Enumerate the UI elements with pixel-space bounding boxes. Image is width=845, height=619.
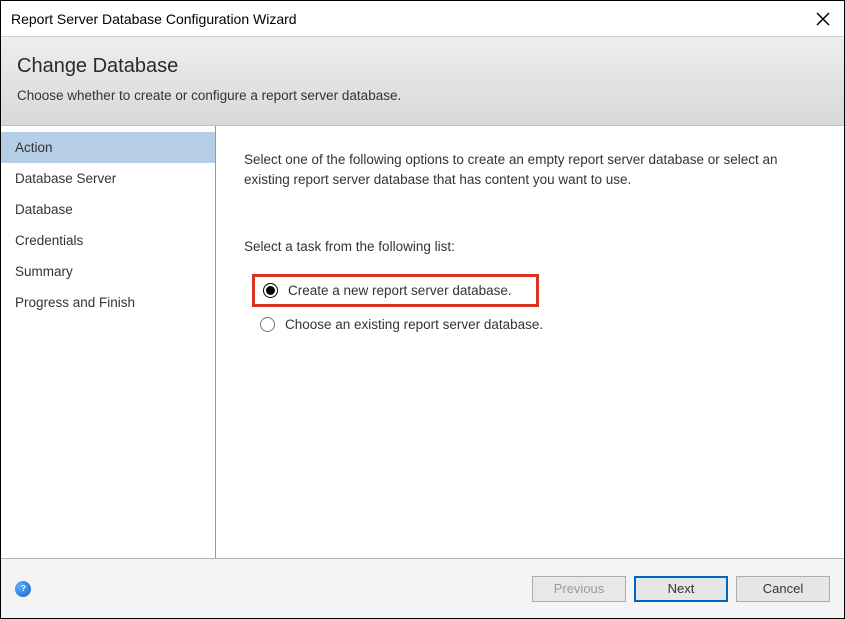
close-icon [816, 12, 830, 26]
radio-choose-existing[interactable]: Choose an existing report server databas… [252, 311, 816, 338]
sidebar-item-progress-finish[interactable]: Progress and Finish [1, 287, 215, 318]
close-button[interactable] [810, 6, 836, 32]
intro-text: Select one of the following options to c… [244, 150, 816, 191]
titlebar: Report Server Database Configuration Wiz… [1, 1, 844, 37]
sidebar-item-action[interactable]: Action [1, 132, 215, 163]
header-subtitle: Choose whether to create or configure a … [17, 88, 828, 103]
wizard-footer: ? Previous Next Cancel [1, 558, 844, 618]
radio-choose-existing-input[interactable] [260, 317, 275, 332]
wizard-steps-sidebar: Action Database Server Database Credenti… [1, 126, 216, 558]
sidebar-item-credentials[interactable]: Credentials [1, 225, 215, 256]
content-pane: Select one of the following options to c… [216, 126, 844, 558]
task-radio-group: Create a new report server database. Cho… [244, 274, 816, 338]
sidebar-item-label: Progress and Finish [15, 295, 135, 310]
footer-left: ? [15, 581, 31, 597]
sidebar-item-label: Credentials [15, 233, 83, 248]
main-body: Action Database Server Database Credenti… [1, 126, 844, 558]
sidebar-item-label: Database [15, 202, 73, 217]
footer-buttons: Previous Next Cancel [532, 576, 830, 602]
sidebar-item-summary[interactable]: Summary [1, 256, 215, 287]
sidebar-item-database-server[interactable]: Database Server [1, 163, 215, 194]
sidebar-item-label: Action [15, 140, 53, 155]
sidebar-item-database[interactable]: Database [1, 194, 215, 225]
window-title: Report Server Database Configuration Wiz… [11, 11, 297, 27]
radio-create-new-input[interactable] [263, 283, 278, 298]
radio-choose-existing-label: Choose an existing report server databas… [285, 317, 543, 332]
header-title: Change Database [17, 55, 828, 78]
svg-text:?: ? [21, 584, 26, 593]
help-icon: ? [19, 584, 28, 593]
sidebar-item-label: Summary [15, 264, 73, 279]
help-button[interactable]: ? [15, 581, 31, 597]
next-button[interactable]: Next [634, 576, 728, 602]
cancel-button[interactable]: Cancel [736, 576, 830, 602]
radio-create-new[interactable]: Create a new report server database. [252, 274, 539, 307]
sidebar-item-label: Database Server [15, 171, 116, 186]
wizard-header: Change Database Choose whether to create… [1, 37, 844, 126]
previous-button: Previous [532, 576, 626, 602]
radio-create-new-label: Create a new report server database. [288, 283, 512, 298]
task-label: Select a task from the following list: [244, 239, 816, 254]
